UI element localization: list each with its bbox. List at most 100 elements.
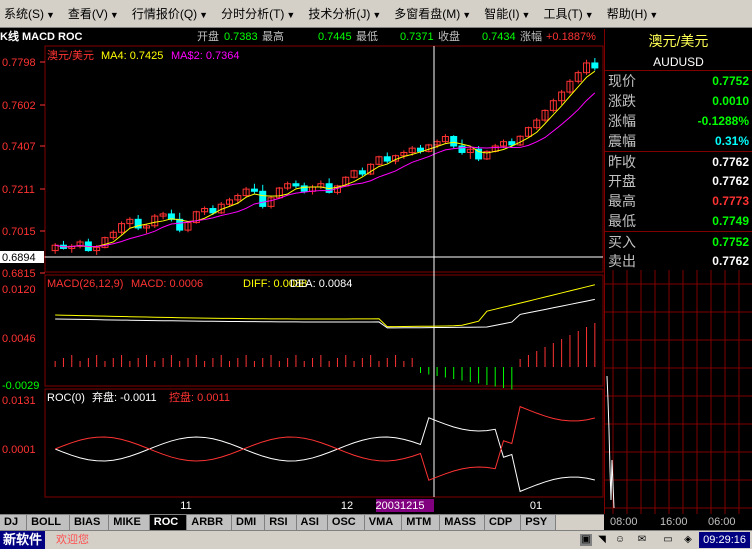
tab-osc[interactable]: OSC (327, 515, 365, 530)
quote-value: 0.7752 (712, 235, 749, 249)
chevron-down-icon: ▼ (372, 9, 382, 20)
quote-row: 开盘 0.7762 (605, 171, 752, 191)
change-label: 涨幅 (520, 31, 542, 43)
tick-chart[interactable] (605, 270, 752, 514)
menu-item-label: 技术分析(J) (308, 6, 371, 21)
tab-mike[interactable]: MIKE (109, 515, 150, 530)
tab-cdp[interactable]: CDP (485, 515, 522, 530)
macd-tick-label: 0.0046 (2, 333, 36, 345)
roc-control-line (54, 405, 595, 481)
x-axis-label: 11 (180, 500, 191, 512)
quote-label: 涨幅 (608, 113, 636, 129)
open-value: 0.7383 (224, 31, 258, 43)
price-pane-name: 澳元/美元 (47, 49, 94, 62)
last-price-label: 0.6894 (2, 252, 36, 264)
kline-chart[interactable]: 0.7798 0.7602 0.7407 0.7211 0.7015 0.6894 0.68… (0, 29, 604, 514)
candle-down (458, 145, 466, 153)
menu-item[interactable]: 帮助(H) ▼ (603, 0, 668, 28)
candle-down (176, 218, 184, 231)
tick-canvas (605, 270, 752, 514)
quote-label: 买入 (608, 234, 636, 250)
tab-psy[interactable]: PSY (521, 515, 557, 530)
chart-canvas[interactable]: 0.7798 0.7602 0.7407 0.7211 0.7015 0.6894 0.68… (0, 29, 604, 514)
menu-item[interactable]: 智能(I) ▼ (480, 0, 539, 28)
user-icon[interactable]: ☺ (614, 534, 626, 546)
chevron-down-icon: ▼ (199, 9, 209, 20)
quote-value: 0.7749 (712, 214, 749, 228)
tab-boll[interactable]: BOLL (27, 515, 71, 530)
quote-value: 0.7762 (712, 174, 749, 188)
menu-item[interactable]: 分时分析(T) ▼ (217, 0, 304, 28)
menu-item-label: 查看(V) (67, 6, 108, 21)
tab-dj[interactable]: DJ (0, 515, 28, 530)
diff-line (55, 298, 595, 329)
quote-rows: 现价 0.7752 涨跌 0.0010 涨幅 -0.1288% 震幅 0.31% 昨收 0.776… (605, 71, 752, 271)
menu-item-label: 帮助(H) (606, 6, 648, 21)
ma52-label: MA$2: 0.7364 (171, 50, 240, 62)
high-label: 最高 (262, 31, 284, 43)
message-icon[interactable]: ✉ (636, 534, 648, 546)
tab-arbr[interactable]: ARBR (187, 515, 233, 530)
macd-value: MACD: 0.0006 (131, 278, 203, 290)
brand-label: 新软件 (0, 531, 46, 549)
chevron-down-icon: ▼ (521, 9, 531, 20)
chevron-down-icon: ▼ (584, 9, 594, 20)
chart-title: K线 MACD ROC (0, 31, 83, 43)
time-label: 08:00 (610, 516, 638, 528)
tab-bias[interactable]: BIAS (70, 515, 110, 530)
quote-label: 最低 (608, 213, 636, 229)
candle-down (292, 183, 300, 187)
menu-item[interactable]: 工具(T) ▼ (539, 0, 602, 28)
menu-item-label: 分时分析(T) (221, 6, 285, 21)
candle-down (591, 62, 599, 69)
menu-item[interactable]: 查看(V) ▼ (64, 0, 128, 28)
menu-item[interactable]: 技术分析(J) ▼ (304, 0, 390, 28)
tab-roc[interactable]: ROC (149, 515, 188, 530)
menu-item-label: 智能(I) (484, 6, 520, 21)
instrument-name: 澳元/美元 (648, 33, 709, 49)
quote-panel: 澳元/美元 AUDUSD 现价 0.7752 涨跌 0.0010 涨幅 -0.1288% 震… (604, 29, 752, 514)
menu-item[interactable]: 系统(S) ▼ (0, 0, 64, 28)
price-pane-frame (44, 45, 604, 273)
tab-rsi[interactable]: RSI (265, 515, 297, 530)
roc-aband-line (54, 417, 595, 493)
macd-tick-label: -0.0029 (2, 380, 39, 392)
menu-item-label: 行情报价(Q) (131, 6, 198, 21)
menu-item[interactable]: 行情报价(Q) ▼ (128, 0, 217, 28)
chevron-down-icon: ▼ (286, 9, 296, 20)
menu-item[interactable]: 多窗看盘(M) ▼ (390, 0, 480, 28)
roc-tick-label: 0.0001 (2, 444, 36, 456)
close-value: 0.7434 (482, 31, 516, 43)
quote-row: 涨跌 0.0010 (605, 91, 752, 111)
close-label: 收盘 (438, 31, 460, 43)
price-tick-label: 0.7602 (2, 100, 36, 112)
candle-down (508, 141, 516, 146)
tick-time-axis: 08:00 16:00 06:00 (604, 514, 752, 530)
roc-tick-label: 0.0131 (2, 395, 36, 407)
monitor-icon[interactable]: ▭ (662, 534, 674, 546)
lock-icon[interactable]: ◈ (682, 534, 694, 546)
x-axis-label: 12 (341, 500, 353, 512)
dea-value: DEA: 0.0084 (290, 278, 352, 290)
price-tick-label: 0.7015 (2, 226, 36, 238)
quote-value: 0.7762 (712, 155, 749, 169)
candle-down (450, 136, 458, 147)
network-icon[interactable]: ▣ (580, 534, 592, 546)
tab-asi[interactable]: ASI (296, 515, 328, 530)
ma4-label: MA4: 0.7425 (101, 50, 163, 62)
sound-icon[interactable]: ◥ (596, 534, 608, 546)
tab-vma[interactable]: VMA (364, 515, 403, 530)
tab-mass[interactable]: MASS (440, 515, 486, 530)
open-label: 开盘 (197, 31, 219, 43)
roc-control-value: 控盘: 0.0011 (169, 390, 230, 404)
tab-dmi[interactable]: DMI (232, 515, 266, 530)
candle-down (250, 188, 258, 192)
low-label: 最低 (356, 31, 378, 43)
tab-mtm[interactable]: MTM (402, 515, 441, 530)
time-label: 16:00 (660, 516, 688, 528)
price-tick-label: 0.7798 (2, 57, 36, 69)
status-bar: 新软件 欢迎您 ▣ ◥ ☺ ✉ ▭ ◈ 09:29:16 (0, 530, 752, 549)
x-axis-label: 20031215 (376, 500, 425, 512)
macd-tick-label: 0.0120 (2, 284, 36, 296)
time-label: 06:00 (708, 516, 736, 528)
